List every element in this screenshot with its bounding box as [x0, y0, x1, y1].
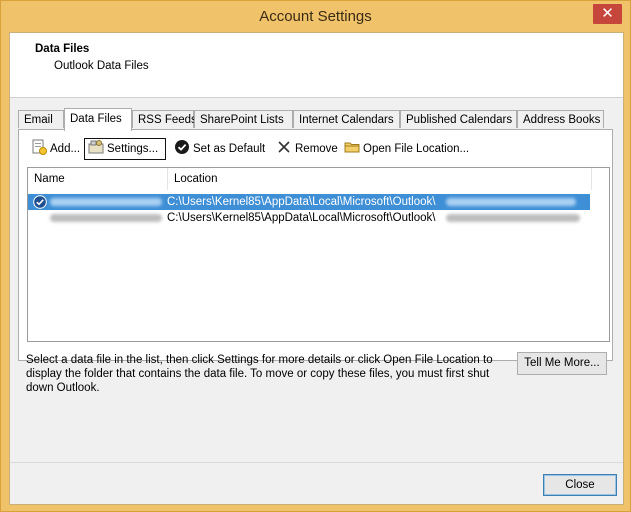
name-cell-redacted — [50, 198, 162, 206]
remove-label: Remove — [295, 143, 338, 155]
add-label: Add... — [50, 143, 81, 155]
tab-published-calendars[interactable]: Published Calendars — [400, 110, 517, 128]
data-files-tab-panel: Add... Settings... Set as Default Remove — [18, 129, 613, 361]
tell-me-more-button[interactable]: Tell Me More... — [517, 352, 607, 375]
location-cell: C:\Users\Kernel85\AppData\Local\Microsof… — [167, 212, 436, 224]
tab-email[interactable]: Email — [18, 110, 64, 128]
check-circle-icon — [174, 139, 190, 155]
add-button[interactable]: Add... — [29, 138, 81, 160]
data-files-list[interactable]: Name Location C:\Users\Kernel85\AppData\… — [27, 167, 610, 342]
tab-data-files[interactable]: Data Files — [64, 108, 132, 131]
window-title: Account Settings — [259, 8, 372, 25]
column-header-location[interactable]: Location — [168, 168, 592, 190]
location-cell: C:\Users\Kernel85\AppData\Local\Microsof… — [167, 196, 436, 208]
settings-icon — [88, 139, 104, 155]
open-file-location-label: Open File Location... — [363, 143, 470, 155]
open-file-location-button[interactable]: Open File Location... — [342, 138, 474, 160]
settings-label: Settings... — [107, 143, 159, 155]
set-as-default-label: Set as Default — [193, 143, 266, 155]
info-text: Select a data file in the list, then cli… — [26, 354, 493, 394]
dialog-client-area: Data Files Outlook Data Files Email Data… — [9, 32, 624, 505]
column-header-name[interactable]: Name — [28, 168, 168, 190]
tab-rss-feeds[interactable]: RSS Feeds — [132, 110, 197, 128]
remove-x-icon — [276, 139, 292, 155]
set-as-default-button[interactable]: Set as Default — [172, 138, 268, 160]
folder-icon — [344, 139, 360, 155]
location-cell-redacted — [446, 198, 576, 206]
footer-separator — [10, 462, 623, 463]
window-close-button[interactable]: ✕ — [593, 4, 622, 24]
header-panel: Data Files Outlook Data Files — [10, 33, 623, 98]
tell-me-more-label: Tell Me More... — [524, 357, 600, 369]
remove-button[interactable]: Remove — [274, 138, 338, 160]
add-file-icon — [31, 139, 47, 155]
close-button[interactable]: Close — [543, 474, 617, 496]
close-label: Close — [565, 479, 595, 491]
settings-button[interactable]: Settings... — [84, 138, 166, 160]
location-cell-redacted — [446, 214, 580, 222]
tab-sharepoint-lists[interactable]: SharePoint Lists — [194, 110, 293, 128]
list-row[interactable]: C:\Users\Kernel85\AppData\Local\Microsof… — [28, 210, 590, 226]
list-row-default[interactable]: C:\Users\Kernel85\AppData\Local\Microsof… — [28, 194, 590, 210]
tab-internet-calendars[interactable]: Internet Calendars — [293, 110, 400, 128]
header-subtitle: Outlook Data Files — [54, 60, 149, 72]
tab-address-books[interactable]: Address Books — [517, 110, 604, 128]
account-settings-window: Account Settings ✕ Data Files Outlook Da… — [0, 0, 631, 512]
header-title: Data Files — [35, 43, 90, 55]
name-cell-redacted — [50, 214, 162, 222]
